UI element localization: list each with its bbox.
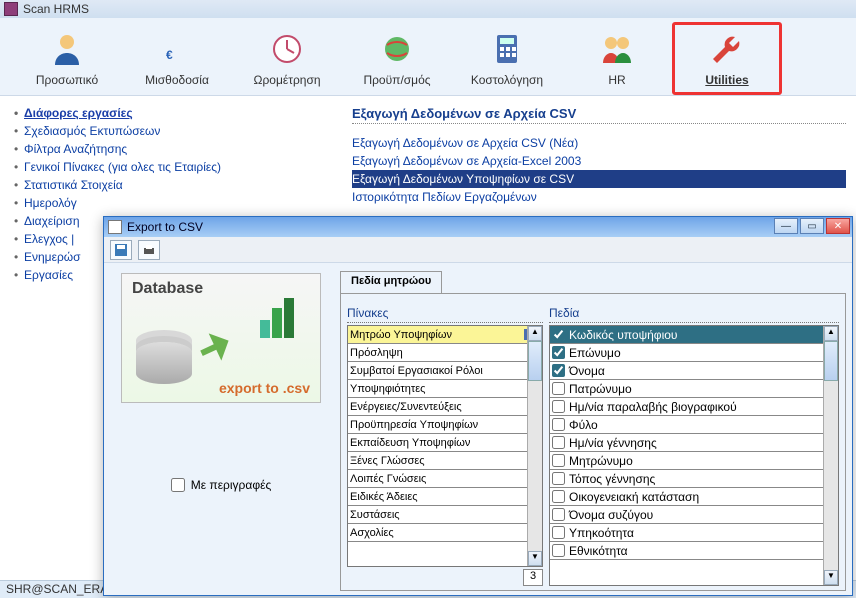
with-descriptions-checkbox[interactable] — [171, 478, 185, 492]
sidebar-item-print-design[interactable]: Σχεδιασμός Εκτυπώσεων — [14, 122, 334, 140]
field-checkbox[interactable] — [552, 508, 565, 521]
tables-scrollbar[interactable]: ▲▼ — [527, 326, 542, 566]
table-row[interactable]: Προϋπηρεσία Υποψηφίων — [348, 416, 542, 434]
table-row[interactable]: Υποψηφιότητες — [348, 380, 542, 398]
field-row[interactable]: Υπηκοότητα — [550, 524, 838, 542]
field-row[interactable]: Μητρώνυμο — [550, 452, 838, 470]
field-checkbox[interactable] — [552, 472, 565, 485]
field-checkbox[interactable] — [552, 328, 565, 341]
sidebar-item-stats[interactable]: Στατιστικά Στοιχεία — [14, 176, 334, 194]
table-row[interactable]: Μητρώο Υποψηφίων3 — [348, 326, 542, 344]
tables-count: 3 — [523, 569, 543, 586]
print-tool-button[interactable] — [138, 240, 160, 260]
app-icon — [4, 2, 18, 16]
field-row[interactable]: Όνομα — [550, 362, 838, 380]
export-csv-new[interactable]: Εξαγωγή Δεδομένων σε Αρχεία CSV (Νέα) — [352, 134, 846, 152]
toolbar-hr[interactable]: HR — [562, 22, 672, 95]
table-row[interactable]: Λοιπές Γνώσεις — [348, 470, 542, 488]
field-row[interactable]: Ημ/νία γέννησης — [550, 434, 838, 452]
toolbar-budget[interactable]: Προϋπ/σμός — [342, 22, 452, 95]
person-icon — [49, 31, 85, 67]
svg-text:€: € — [166, 48, 173, 62]
field-checkbox[interactable] — [552, 400, 565, 413]
toolbar-costing[interactable]: Κοστολόγηση — [452, 22, 562, 95]
database-export-graphic: Database export to .csv — [121, 273, 321, 403]
field-row[interactable]: Φύλο — [550, 416, 838, 434]
field-row[interactable]: Κωδικός υποψήφιου — [550, 326, 838, 344]
tab-registry-fields[interactable]: Πεδία μητρώου — [340, 271, 442, 293]
field-row[interactable]: Τόπος γέννησης — [550, 470, 838, 488]
right-panel: Εξαγωγή Δεδομένων σε Αρχεία CSV Εξαγωγή … — [352, 104, 846, 206]
field-checkbox[interactable] — [552, 346, 565, 359]
field-checkbox[interactable] — [552, 364, 565, 377]
toolbar-personnel[interactable]: Προσωπικό — [12, 22, 122, 95]
dialog-toolbar — [104, 237, 852, 263]
field-checkbox[interactable] — [552, 544, 565, 557]
field-checkbox[interactable] — [552, 436, 565, 449]
table-row[interactable]: Ενέργειες/Συνεντεύξεις — [348, 398, 542, 416]
field-row[interactable]: Εθνικότητα — [550, 542, 838, 560]
people-icon — [599, 31, 635, 67]
field-row[interactable]: Ημ/νία παραλαβής βιογραφικού — [550, 398, 838, 416]
field-row[interactable]: Επώνυμο — [550, 344, 838, 362]
tables-heading: Πίνακες — [347, 304, 543, 323]
dialog-titlebar[interactable]: Export to CSV — ▭ ✕ — [104, 217, 852, 237]
minimize-button[interactable]: — — [774, 218, 798, 234]
dialog-left-panel: Database export to .csv Με περιγραφές — [104, 263, 338, 595]
globe-icon — [379, 31, 415, 67]
export-csv-dialog: Export to CSV — ▭ ✕ Database export to .… — [103, 216, 853, 596]
table-row[interactable]: Πρόσληψη — [348, 344, 542, 362]
close-button[interactable]: ✕ — [826, 218, 850, 234]
app-title: Scan HRMS — [23, 2, 89, 16]
dialog-title: Export to CSV — [127, 220, 203, 234]
sidebar-item-misc-tasks[interactable]: Διάφορες εργασίες — [14, 104, 334, 122]
fields-scrollbar[interactable]: ▲▼ — [823, 326, 838, 585]
wrench-icon — [709, 31, 745, 67]
table-row[interactable]: Συστάσεις — [348, 506, 542, 524]
field-row[interactable]: Πατρώνυμο — [550, 380, 838, 398]
sidebar-item-search-filters[interactable]: Φίλτρα Αναζήτησης — [14, 140, 334, 158]
panel-heading: Εξαγωγή Δεδομένων σε Αρχεία CSV — [352, 104, 846, 124]
field-checkbox[interactable] — [552, 526, 565, 539]
app-titlebar: Scan HRMS — [0, 0, 856, 18]
table-row[interactable]: Ασχολίες — [348, 524, 542, 542]
toolbar-payroll[interactable]: € Μισθοδοσία — [122, 22, 232, 95]
field-checkbox[interactable] — [552, 418, 565, 431]
fields-listbox[interactable]: Κωδικός υποψήφιουΕπώνυμοΌνομαΠατρώνυμοΗμ… — [549, 325, 839, 586]
field-row[interactable]: Οικογενειακή κατάσταση — [550, 488, 838, 506]
table-row[interactable]: Συμβατοί Εργασιακοί Ρόλοι — [348, 362, 542, 380]
fields-heading: Πεδία — [549, 304, 839, 323]
status-db: SHR@SCAN_ERA — [6, 582, 108, 597]
table-row[interactable]: Ειδικές Άδειες — [348, 488, 542, 506]
main-toolbar: Προσωπικό € Μισθοδοσία Ωρομέτρηση Προϋπ/… — [0, 18, 856, 96]
field-checkbox[interactable] — [552, 382, 565, 395]
field-row[interactable]: Όνομα συζύγου — [550, 506, 838, 524]
tables-listbox[interactable]: Μητρώο Υποψηφίων3ΠρόσληψηΣυμβατοί Εργασι… — [347, 325, 543, 567]
dialog-icon — [108, 220, 122, 234]
table-row[interactable]: Εκπαίδευση Υποψηφίων — [348, 434, 542, 452]
sidebar-item-general-tables[interactable]: Γενικοί Πίνακες (για ολες τις Εταιρίες) — [14, 158, 334, 176]
sidebar-item-calendar[interactable]: Ημερολόγ — [14, 194, 334, 212]
save-tool-button[interactable] — [110, 240, 132, 260]
field-history[interactable]: Ιστορικότητα Πεδίων Εργαζομένων — [352, 188, 846, 206]
with-descriptions-label: Με περιγραφές — [191, 478, 271, 492]
field-checkbox[interactable] — [552, 490, 565, 503]
field-checkbox[interactable] — [552, 454, 565, 467]
table-row[interactable]: Ξένες Γλώσσες — [348, 452, 542, 470]
dialog-main-panel: Πεδία μητρώου Πίνακες Μητρώο Υποψηφίων3Π… — [338, 263, 852, 595]
export-candidates-csv[interactable]: Εξαγωγή Δεδομένων Υποψηφίων σε CSV — [352, 170, 846, 188]
clock-icon — [269, 31, 305, 67]
calculator-icon — [489, 31, 525, 67]
export-excel-2003[interactable]: Εξαγωγή Δεδομένων σε Αρχεία-Excel 2003 — [352, 152, 846, 170]
toolbar-timekeeping[interactable]: Ωρομέτρηση — [232, 22, 342, 95]
maximize-button[interactable]: ▭ — [800, 218, 824, 234]
toolbar-utilities[interactable]: Utilities — [672, 22, 782, 95]
euro-icon: € — [159, 31, 195, 67]
